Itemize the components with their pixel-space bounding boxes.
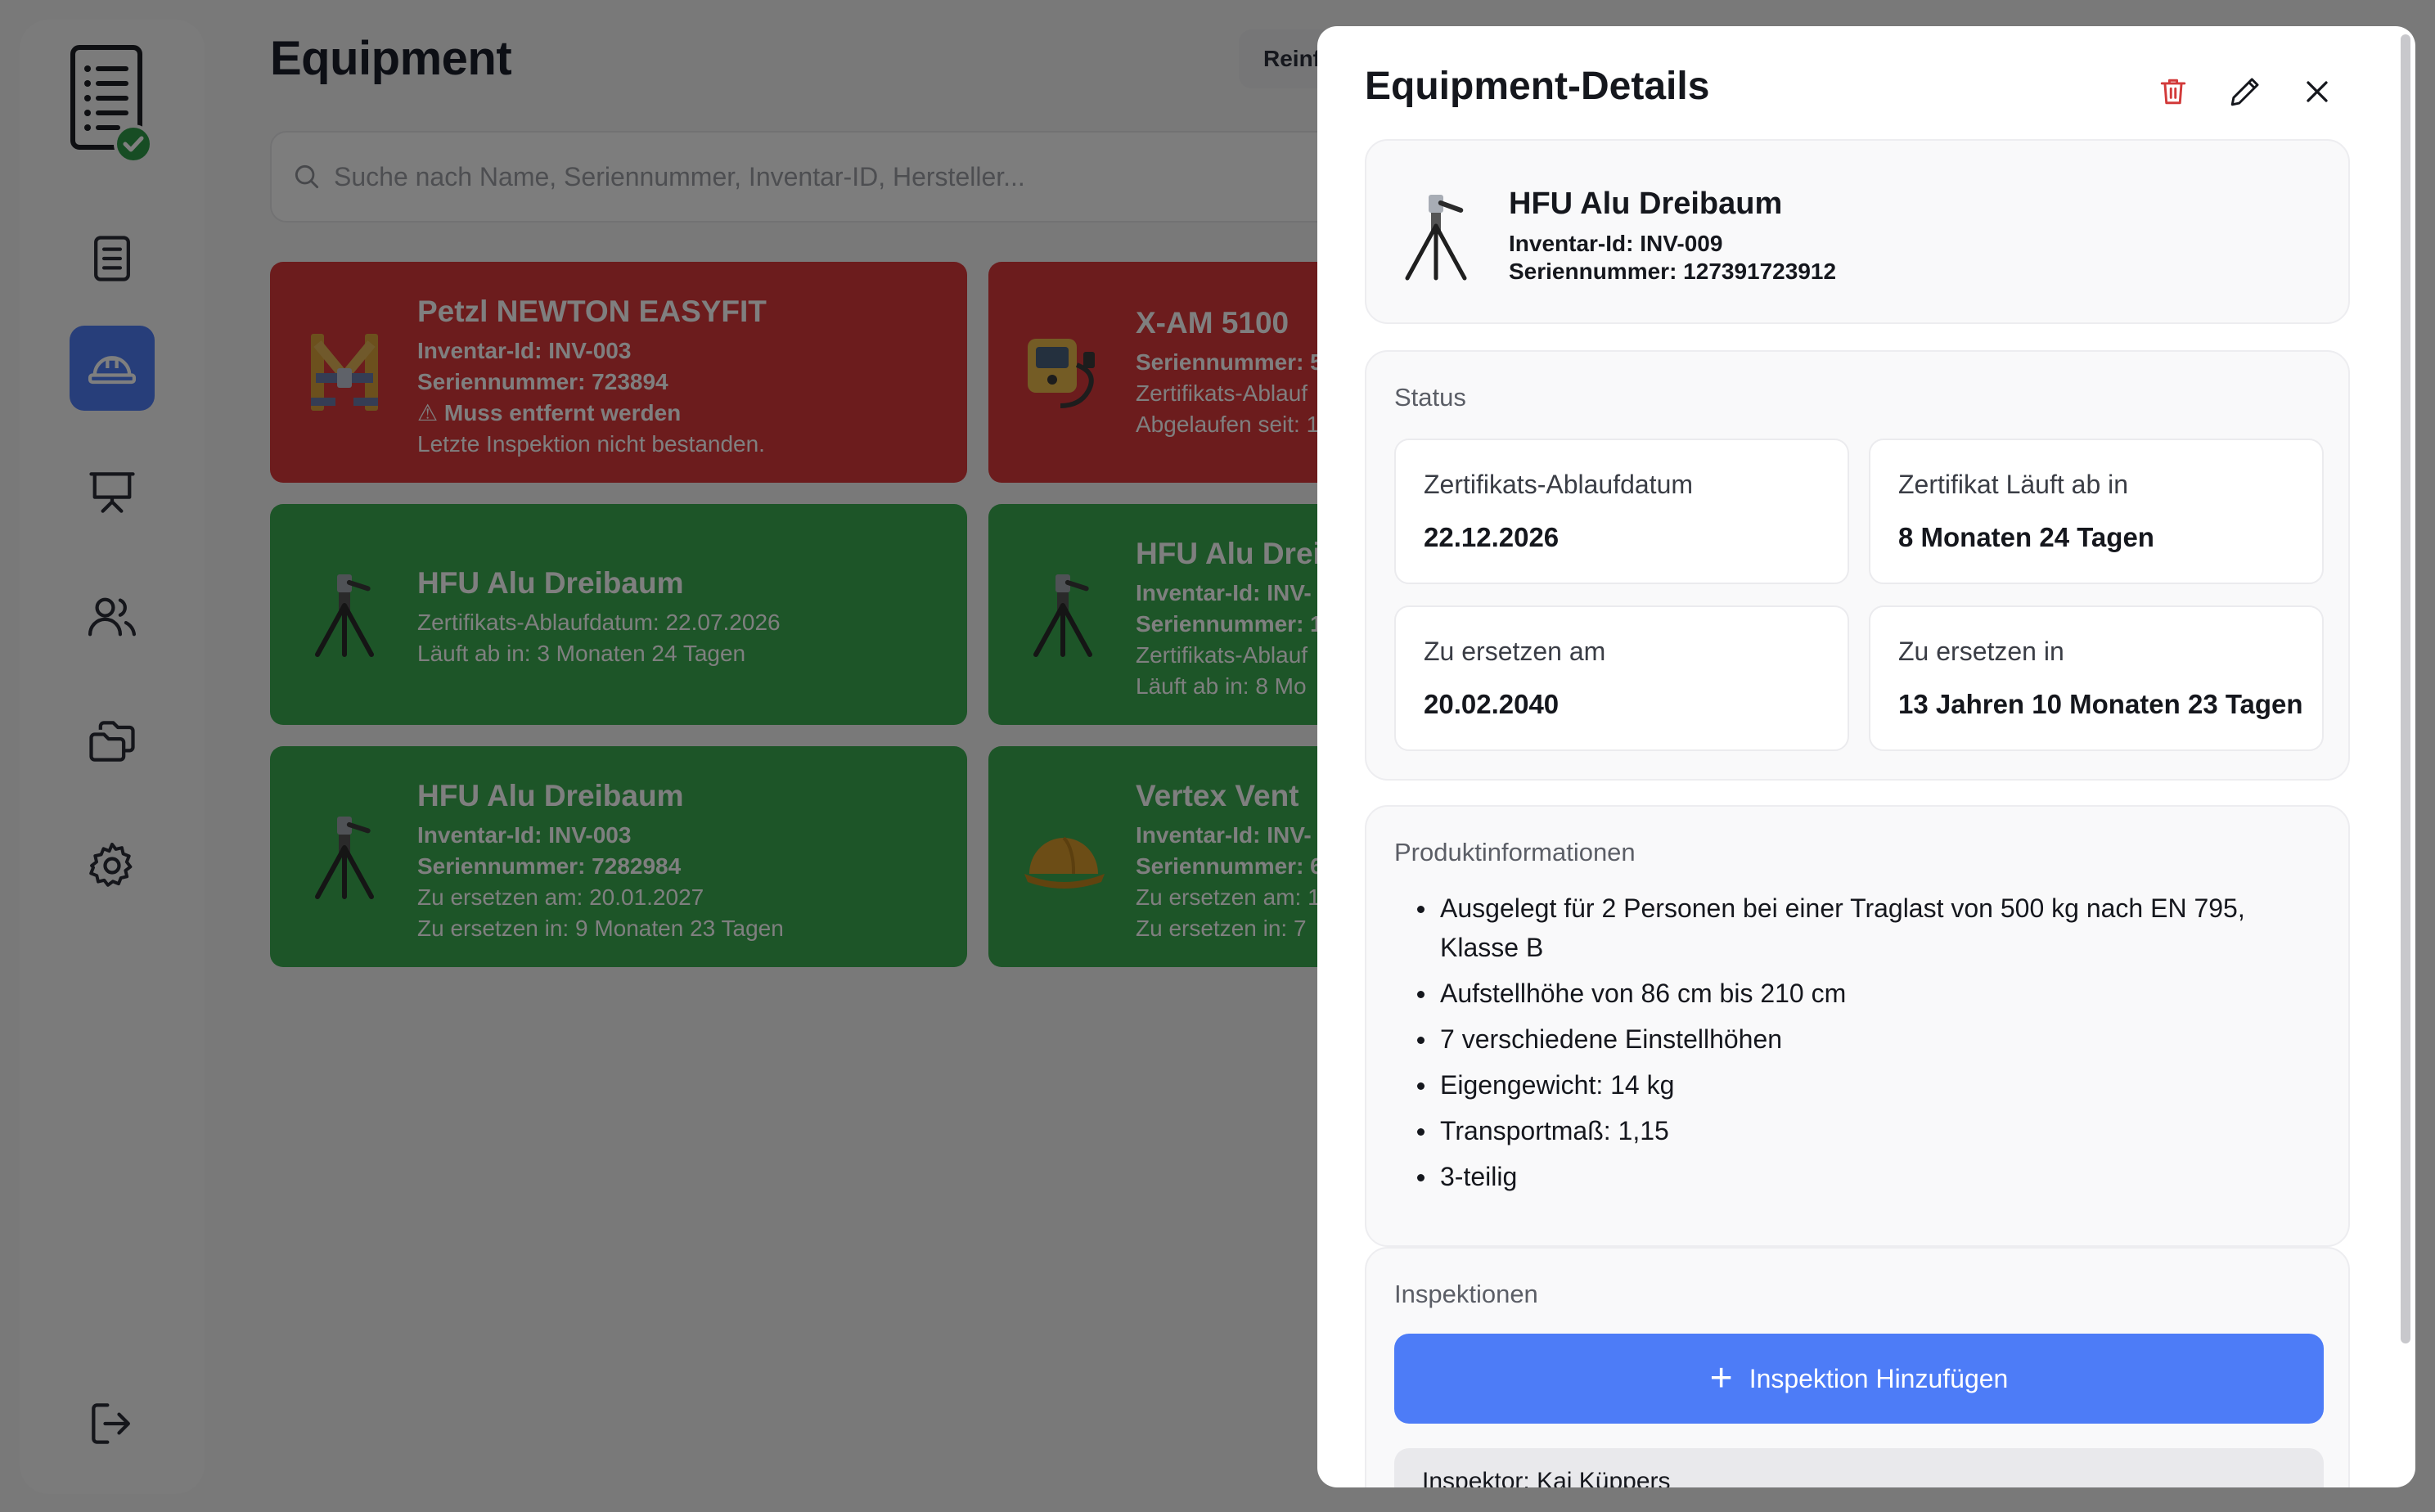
close-button[interactable] xyxy=(2294,69,2340,115)
tile-value: 8 Monaten 24 Tagen xyxy=(1898,522,2154,552)
status-tile: Zu ersetzen in 13 Jahren 10 Monaten 23 T… xyxy=(1869,605,2324,751)
list-item: Ausgelegt für 2 Personen bei einer Tragl… xyxy=(1416,889,2324,967)
equipment-summary: HFU Alu Dreibaum Inventar-Id: INV-009 Se… xyxy=(1365,139,2350,324)
list-item: 3-teilig xyxy=(1416,1157,2324,1196)
panel-title: Equipment-Details xyxy=(1365,65,1710,108)
status-tile: Zu ersetzen am 20.02.2040 xyxy=(1394,605,1849,751)
status-tile: Zertifikat Läuft ab in 8 Monaten 24 Tage… xyxy=(1869,439,2324,584)
inspection-item[interactable]: Inspektor: Kai Küppers xyxy=(1394,1448,2324,1487)
list-item: 7 verschiedene Einstellhöhen xyxy=(1416,1019,2324,1059)
status-tile: Zertifikats-Ablaufdatum 22.12.2026 xyxy=(1394,439,1849,584)
tile-label: Zu ersetzen am xyxy=(1424,637,1606,666)
tripod-icon xyxy=(1398,191,1476,281)
status-label: Status xyxy=(1394,383,1466,412)
equipment-name: HFU Alu Dreibaum xyxy=(1509,187,1783,221)
tile-label: Zertifikats-Ablaufdatum xyxy=(1424,470,1694,499)
tile-value: 22.12.2026 xyxy=(1424,522,1560,552)
panel-scrollbar[interactable] xyxy=(2401,34,2410,1343)
tile-value: 20.02.2040 xyxy=(1424,689,1560,719)
inspections-section: Inspektionen + Inspektion Hinzufügen Ins… xyxy=(1365,1247,2350,1487)
trash-icon xyxy=(2160,79,2186,105)
plus-icon: + xyxy=(1709,1357,1733,1400)
list-item: Aufstellhöhe von 86 cm bis 210 cm xyxy=(1416,974,2324,1013)
list-item: Eigengewicht: 14 kg xyxy=(1416,1065,2324,1105)
product-info-section: Produktinformationen Ausgelegt für 2 Per… xyxy=(1365,805,2350,1247)
equipment-serial: Seriennummer: 127391723912 xyxy=(1509,259,1837,284)
equipment-inventory-id: Inventar-Id: INV-009 xyxy=(1509,231,1723,256)
add-inspection-button[interactable]: + Inspektion Hinzufügen xyxy=(1394,1334,2324,1424)
tile-label: Zu ersetzen in xyxy=(1898,637,2064,666)
tile-value: 13 Jahren 10 Monaten 23 Tagen xyxy=(1898,689,2303,719)
product-info-label: Produktinformationen xyxy=(1394,838,1636,866)
status-section: Status Zertifikats-Ablaufdatum 22.12.202… xyxy=(1365,350,2350,781)
pencil-icon xyxy=(2230,78,2259,106)
close-icon xyxy=(2307,81,2328,102)
product-info-list: Ausgelegt für 2 Personen bei einer Tragl… xyxy=(1416,889,2324,1203)
list-item: Transportmaß: 1,15 xyxy=(1416,1111,2324,1150)
edit-button[interactable] xyxy=(2222,69,2268,115)
inspections-label: Inspektionen xyxy=(1394,1280,1538,1308)
tile-label: Zertifikat Läuft ab in xyxy=(1898,470,2129,499)
add-inspection-label: Inspektion Hinzufügen xyxy=(1749,1363,2009,1393)
delete-button[interactable] xyxy=(2150,69,2196,115)
equipment-details-panel: Equipment-Details HFU Alu Dreibaum Inven… xyxy=(1317,26,2415,1487)
